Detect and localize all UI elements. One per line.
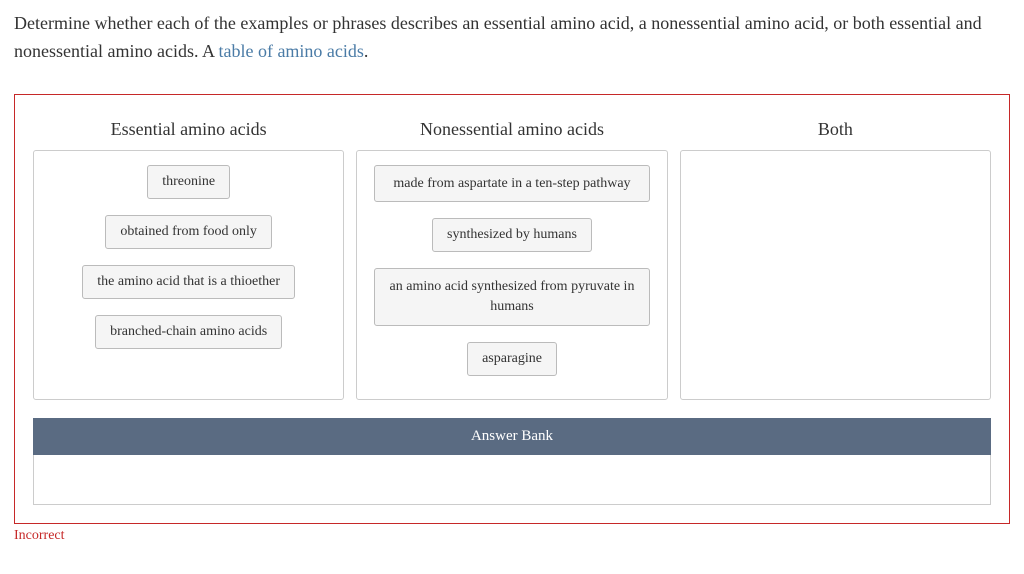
answer-bank-dropzone[interactable] <box>33 455 991 505</box>
chip-asparagine[interactable]: asparagine <box>467 342 557 376</box>
chip-from-pyruvate[interactable]: an amino acid synthesized from pyruvate … <box>374 268 650 325</box>
chip-threonine[interactable]: threonine <box>147 165 230 199</box>
column-title-essential: Essential amino acids <box>111 119 267 140</box>
categorization-columns: Essential amino acids threonine obtained… <box>33 119 991 400</box>
dropzone-both[interactable] <box>680 150 991 400</box>
exercise-panel: Essential amino acids threonine obtained… <box>14 94 1010 524</box>
question-prefix: Determine whether each of the examples o… <box>14 13 982 61</box>
column-both: Both <box>680 119 991 400</box>
dropzone-essential[interactable]: threonine obtained from food only the am… <box>33 150 344 400</box>
column-nonessential: Nonessential amino acids made from aspar… <box>356 119 667 400</box>
amino-acids-table-link[interactable]: table of amino acids <box>218 41 363 61</box>
chip-aspartate-pathway[interactable]: made from aspartate in a ten-step pathwa… <box>374 165 650 203</box>
chip-branched-chain[interactable]: branched-chain amino acids <box>95 315 282 349</box>
column-essential: Essential amino acids threonine obtained… <box>33 119 344 400</box>
question-text: Determine whether each of the examples o… <box>14 10 1010 66</box>
column-title-nonessential: Nonessential amino acids <box>420 119 604 140</box>
chip-synthesized-by-humans[interactable]: synthesized by humans <box>432 218 592 252</box>
chip-obtained-from-food[interactable]: obtained from food only <box>105 215 271 249</box>
chip-thioether[interactable]: the amino acid that is a thioether <box>82 265 295 299</box>
dropzone-nonessential[interactable]: made from aspartate in a ten-step pathwa… <box>356 150 667 400</box>
question-suffix: . <box>364 41 369 61</box>
answer-bank-header: Answer Bank <box>33 418 991 455</box>
column-title-both: Both <box>818 119 853 140</box>
feedback-label: Incorrect <box>14 528 1010 544</box>
